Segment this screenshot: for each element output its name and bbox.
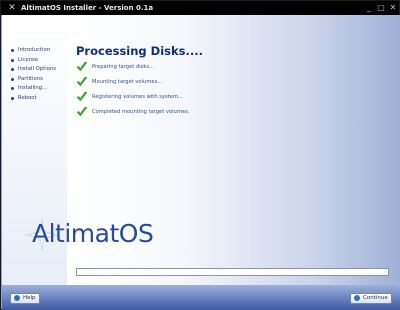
installer-window: ✕ AltimatOS Installer - Version 0.1a _ □… <box>0 0 400 310</box>
task-item: Registering volumes with system... <box>76 91 296 106</box>
progress-bar <box>76 268 389 276</box>
maximize-icon[interactable]: □ <box>376 3 386 13</box>
window-title: AltimatOS Installer - Version 0.1a <box>21 4 154 12</box>
bullet-icon <box>11 77 14 81</box>
page-title: Processing Disks.... <box>76 44 203 58</box>
checkmark-icon <box>76 61 88 72</box>
task-list: Preparing target disks... Mounting targe… <box>76 61 296 121</box>
task-item: Mounting target volumes... <box>76 76 296 91</box>
sidebar-item-label: Install Options <box>18 66 57 72</box>
task-label: Registering volumes with system... <box>92 94 183 100</box>
bullet-icon <box>11 49 14 52</box>
bullet-icon <box>11 96 14 100</box>
help-button[interactable]: Help <box>10 293 40 304</box>
sidebar-item-label: License <box>18 56 38 63</box>
task-item: Preparing target disks... <box>76 61 296 76</box>
task-item: Completed mounting target volumes. <box>76 106 296 121</box>
close-icon[interactable]: ✕ <box>388 3 398 13</box>
sidebar-item-label: Introduction <box>18 47 51 53</box>
continue-button[interactable]: Continue <box>350 293 392 304</box>
sidebar-item-label: Partitions <box>18 75 43 82</box>
minimize-icon[interactable]: _ <box>364 3 374 13</box>
title-bar[interactable]: ✕ AltimatOS Installer - Version 0.1a _ □… <box>1 1 399 15</box>
help-button-label: Help <box>23 295 36 301</box>
checkmark-icon <box>76 106 88 117</box>
checkmark-icon <box>76 76 88 87</box>
continue-icon <box>354 295 360 301</box>
continue-button-label: Continue <box>363 295 388 301</box>
help-icon <box>14 295 20 301</box>
bullet-icon <box>11 58 14 62</box>
logo-wordmark: AltimatOS <box>32 219 154 248</box>
altimatos-logo: AltimatOS <box>22 215 212 255</box>
footer-bar: Help Continue <box>2 285 400 310</box>
sidebar-item-label: Reboot <box>18 94 37 101</box>
app-icon: ✕ <box>8 3 16 13</box>
bullet-icon <box>11 87 14 90</box>
checkmark-icon <box>76 91 88 102</box>
sidebar-item-label: Installing... <box>18 85 48 91</box>
task-label: Completed mounting target volumes. <box>92 109 190 115</box>
task-label: Mounting target volumes... <box>92 79 163 85</box>
task-label: Preparing target disks... <box>92 64 155 70</box>
bullet-icon <box>11 68 14 71</box>
